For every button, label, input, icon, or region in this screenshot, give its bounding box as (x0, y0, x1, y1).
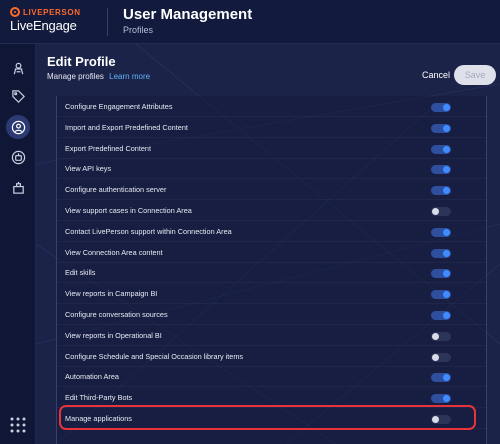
permission-row: View reports in Campaign BI (57, 284, 486, 305)
campaign-icon[interactable] (6, 175, 30, 199)
permission-row: View Connection Area content (57, 243, 486, 263)
permission-row: Configure Engagement Attributes (57, 97, 486, 117)
permission-label: Configure conversation sources (65, 310, 168, 319)
toggle-knob (443, 312, 450, 319)
toggle-knob (443, 187, 450, 195)
manage-profiles-row: Manage profiles Learn more (47, 72, 150, 81)
header-divider (107, 8, 108, 36)
permission-label: View API keys (65, 164, 112, 174)
permission-toggle[interactable] (431, 165, 451, 175)
agent-icon[interactable] (6, 56, 30, 80)
permission-row: Export Predefined Content (57, 139, 486, 159)
permission-toggle[interactable] (431, 331, 451, 341)
permission-label: View reports in Operational BI (65, 330, 162, 340)
permission-label: Import and Export Predefined Content (65, 122, 188, 132)
permission-row: Configure Schedule and Special Occasion … (57, 347, 486, 367)
highlight-annotation (59, 405, 476, 430)
top-header: LIVEPERSON LiveEngage User Management Pr… (0, 0, 500, 44)
permission-toggle[interactable] (431, 144, 451, 154)
brand-logo[interactable]: LIVEPERSON LiveEngage (10, 7, 81, 33)
permission-label: Contact LivePerson support within Connec… (65, 226, 232, 236)
tag-icon[interactable] (6, 84, 30, 108)
save-button[interactable]: Save (454, 65, 496, 85)
permission-toggle[interactable] (431, 269, 451, 279)
permission-toggle[interactable] (431, 311, 451, 320)
page-section-subtitle: Profiles (123, 25, 154, 35)
permission-toggle[interactable] (431, 103, 451, 112)
permission-label: View reports in Campaign BI (65, 289, 158, 299)
permission-label: Configure authentication server (65, 185, 167, 195)
toggle-knob (443, 374, 450, 382)
permission-row: Contact LivePerson support within Connec… (57, 222, 486, 242)
edit-profile-title: Edit Profile (47, 54, 116, 69)
cancel-button[interactable]: Cancel (422, 70, 450, 80)
user-circle-icon[interactable] (6, 115, 30, 139)
permission-toggle[interactable] (431, 352, 451, 362)
permission-label: Configure Engagement Attributes (65, 102, 173, 111)
toggle-knob (443, 145, 450, 153)
toggle-knob (432, 332, 439, 340)
permission-label: View support cases in Connection Area (65, 206, 192, 215)
toggle-knob (443, 270, 450, 278)
permission-label: Automation Area (65, 372, 119, 382)
permission-label: Edit Third-Party Bots (65, 393, 133, 403)
toggle-knob (443, 291, 450, 299)
toggle-knob (432, 353, 439, 361)
permission-row: View support cases in Connection Area (57, 201, 486, 221)
main-panel: Edit Profile Manage profiles Learn more … (36, 44, 500, 444)
permission-toggle[interactable] (431, 227, 451, 237)
permission-row: View API keys (57, 159, 486, 180)
toggle-knob (443, 395, 450, 403)
permission-toggle[interactable] (431, 248, 451, 258)
permission-row: View reports in Operational BI (57, 326, 486, 346)
permission-row: Import and Export Predefined Content (57, 118, 486, 138)
left-navigation-rail (0, 44, 36, 444)
permission-toggle[interactable] (431, 123, 451, 133)
toggle-knob (432, 208, 439, 215)
permissions-list: Configure Engagement Attributes Import an… (56, 96, 487, 444)
permission-row: Automation Area (57, 367, 486, 388)
permission-label: Edit skills (65, 268, 96, 278)
bot-icon[interactable] (6, 145, 30, 169)
toggle-knob (443, 166, 450, 174)
permission-toggle[interactable] (431, 373, 451, 383)
toggle-knob (443, 228, 450, 236)
brand-company: LIVEPERSON (23, 7, 81, 17)
manage-profiles-text: Manage profiles (47, 72, 104, 81)
permission-label: View Connection Area content (65, 247, 163, 257)
permission-label: Export Predefined Content (65, 143, 151, 153)
learn-more-link[interactable]: Learn more (109, 72, 150, 81)
permission-row: Configure conversation sources (57, 305, 486, 325)
permission-toggle[interactable] (431, 394, 451, 404)
liveperson-logo-icon (10, 7, 20, 17)
permission-label: Configure Schedule and Special Occasion … (65, 351, 244, 361)
permission-row: Edit skills (57, 263, 486, 284)
brand-product: LiveEngage (10, 18, 77, 33)
permission-toggle[interactable] (431, 207, 451, 216)
toggle-knob (443, 124, 450, 132)
permission-toggle[interactable] (431, 290, 451, 300)
toggle-knob (443, 249, 450, 257)
page-section-title: User Management (123, 6, 253, 23)
grid-icon[interactable] (9, 416, 27, 434)
permission-toggle[interactable] (431, 186, 451, 196)
permission-row: Configure authentication server (57, 180, 486, 201)
toggle-knob (443, 104, 450, 111)
